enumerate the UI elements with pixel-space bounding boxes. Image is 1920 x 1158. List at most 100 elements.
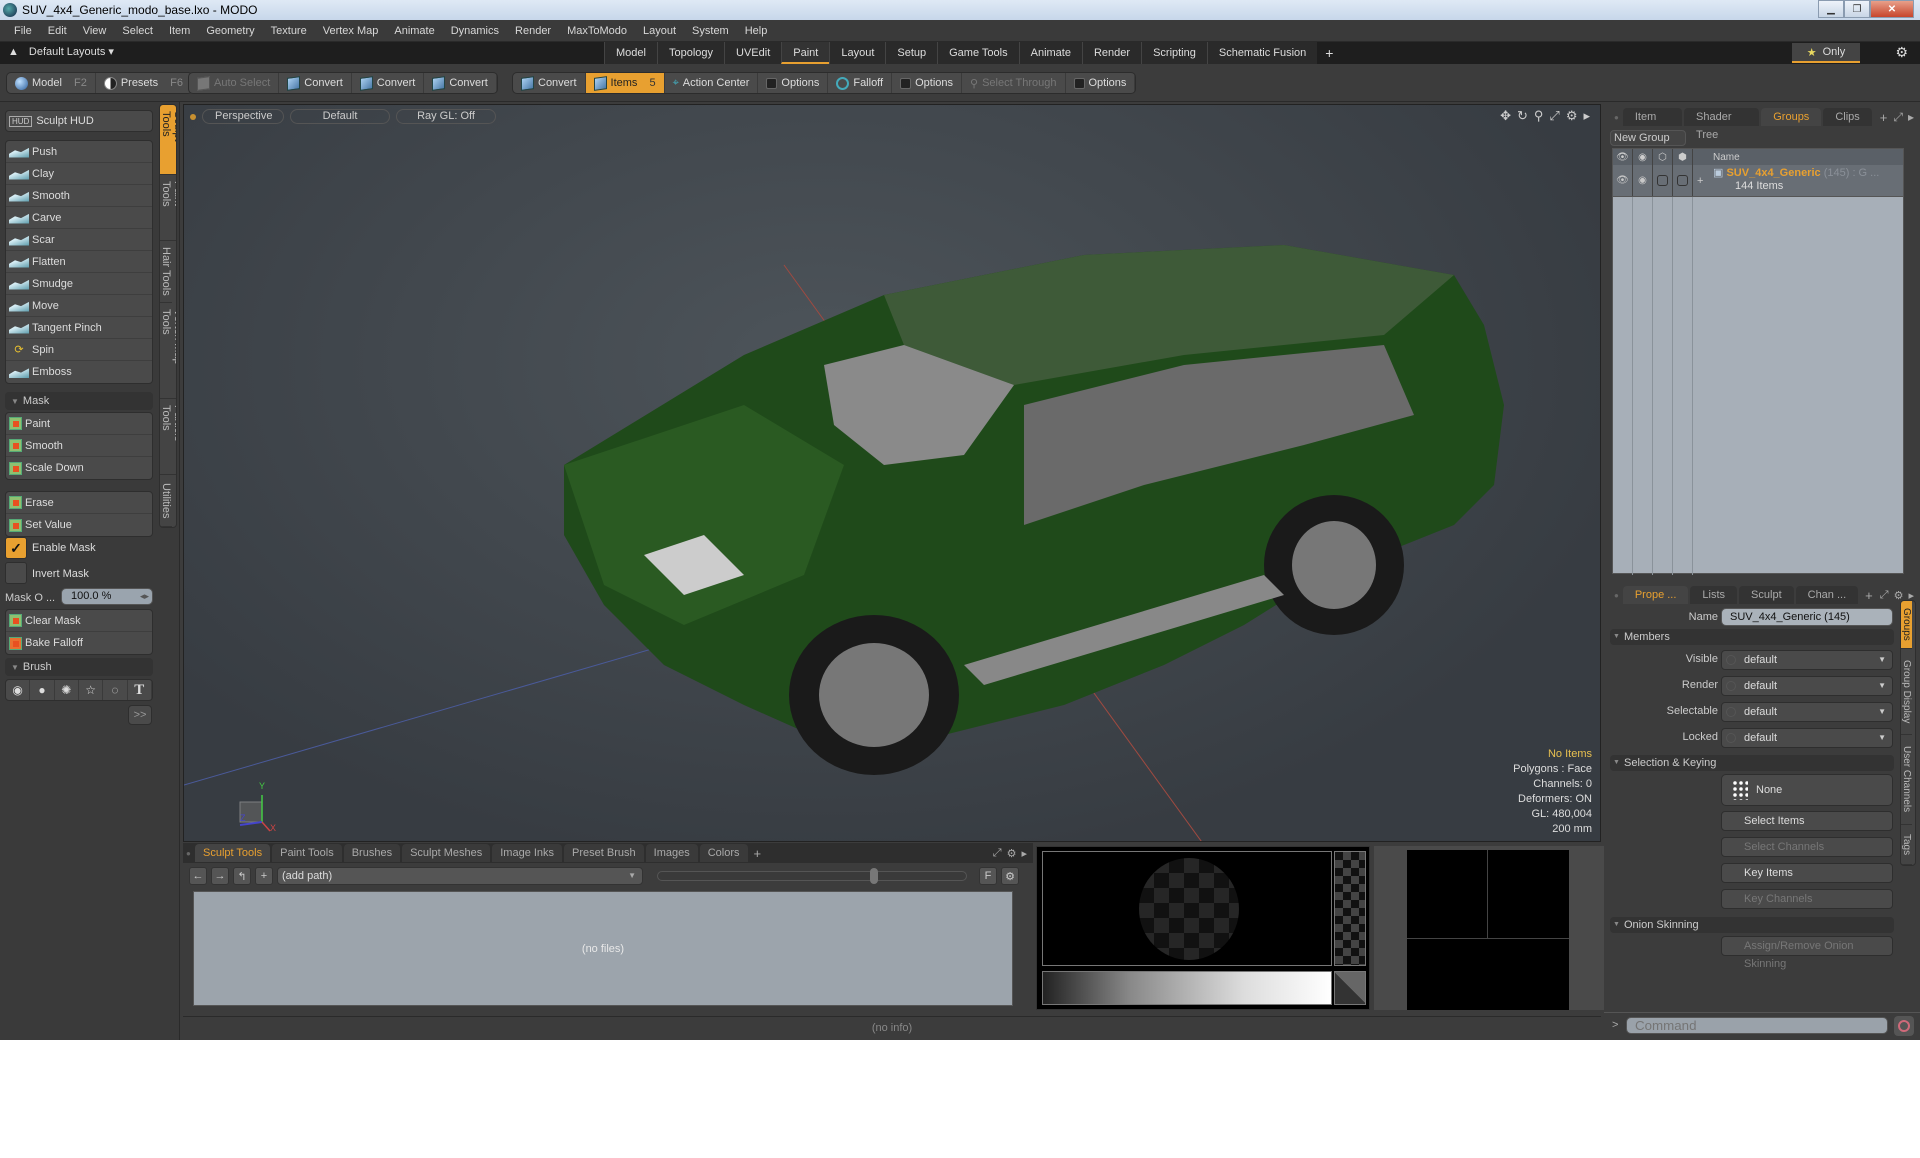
menu-dynamics[interactable]: Dynamics [443, 25, 507, 37]
tab-groups[interactable]: Groups [1761, 108, 1822, 126]
items-button[interactable]: Items 5 [585, 73, 665, 93]
layout-tab-schematic-fusion[interactable]: Schematic Fusion [1206, 42, 1318, 64]
tab-lists[interactable]: Lists [1690, 586, 1738, 604]
slider-knob[interactable] [870, 868, 878, 884]
tab-sculpt-tools[interactable]: Sculpt Tools [195, 844, 271, 862]
select-channels-button[interactable]: Select Channels [1721, 837, 1893, 857]
tab-sculpt[interactable]: Sculpt [1739, 586, 1794, 604]
menu-vertex-map[interactable]: Vertex Map [315, 25, 387, 37]
new-group-button[interactable]: New Group [1610, 130, 1686, 146]
layout-tab-model[interactable]: Model [604, 42, 657, 64]
vtab-tags[interactable]: Tags [1901, 825, 1912, 865]
menu-select[interactable]: Select [114, 25, 161, 37]
render-dropdown[interactable]: default ▼ [1721, 676, 1893, 696]
name-column-header[interactable]: Name [1693, 149, 1903, 165]
layout-tab-uvedit[interactable]: UVEdit [724, 42, 782, 64]
action-center-button[interactable]: ⌖ Action Center [665, 73, 759, 93]
menu-edit[interactable]: Edit [40, 25, 75, 37]
soft-brush-icon[interactable]: ◉ [6, 680, 31, 700]
command-input[interactable] [1626, 1017, 1888, 1034]
layout-tab-scripting[interactable]: Scripting [1141, 42, 1207, 64]
tool-clay[interactable]: Clay [6, 163, 152, 185]
panel-menu-dot-icon[interactable]: ● [1610, 591, 1623, 600]
locked-dropdown[interactable]: default ▼ [1721, 728, 1893, 748]
only-toggle-button[interactable]: ★ Only [1792, 43, 1860, 63]
mask-opacity-field[interactable]: 100.0 % ◂▸ [61, 588, 153, 605]
menu-geometry[interactable]: Geometry [198, 25, 262, 37]
add-tab-button[interactable]: + [1874, 110, 1894, 125]
panel-more-icon[interactable]: ▸ [1021, 847, 1027, 860]
mask-tool-erase[interactable]: Erase [6, 492, 152, 514]
menu-texture[interactable]: Texture [263, 25, 315, 37]
panel-menu-dot-icon[interactable]: ● [183, 849, 193, 858]
name-field[interactable]: SUV_4x4_Generic (145) [1721, 608, 1893, 626]
tab-shader-tree[interactable]: Shader Tree [1684, 108, 1760, 141]
vtab-groups[interactable]: Groups [1901, 601, 1912, 649]
minimize-button[interactable]: ▁ [1818, 0, 1844, 18]
convert-edges-button[interactable]: Convert [352, 73, 425, 93]
model-button[interactable]: Model F2 [7, 73, 96, 93]
gear-icon[interactable]: ⚙ [1895, 44, 1908, 61]
raygl-toggle[interactable]: Ray GL: Off [396, 109, 496, 124]
presets-button[interactable]: Presets F6 [96, 73, 192, 93]
view-type-dropdown[interactable]: Perspective [202, 109, 284, 124]
group-row[interactable]: 👁 ◉ + ▣ SUV_4x4_Generic (145) : G ... 14… [1613, 165, 1903, 197]
tab-clips[interactable]: Clips [1823, 108, 1872, 126]
path-dropdown[interactable]: (add path) [277, 867, 643, 885]
parent-dir-icon[interactable]: ↰ [233, 867, 251, 885]
3d-viewport[interactable]: Perspective Default Ray GL: Off ✥ ↻ ⚲ ⤢ … [183, 104, 1601, 842]
select-through-options-button[interactable]: Options [1066, 73, 1136, 93]
tab-item-list[interactable]: Item List [1622, 108, 1683, 141]
zoom-icon[interactable]: ⚲ [1534, 108, 1544, 124]
row-render-icon[interactable]: ◉ [1633, 165, 1653, 196]
tool-tangent-pinch[interactable]: Tangent Pinch [6, 317, 152, 339]
vtab-particle-tools[interactable]: Particle Tools [160, 399, 176, 475]
menu-view[interactable]: View [75, 25, 115, 37]
vtab-paint-tools[interactable]: Paint Tools [160, 175, 176, 241]
menu-render[interactable]: Render [507, 25, 559, 37]
tab-image-inks[interactable]: Image Inks [492, 844, 563, 862]
layout-tab-render[interactable]: Render [1081, 42, 1142, 64]
vtab-vertex-map-tools[interactable]: Vertex Map Tools [160, 303, 176, 399]
mask-tool-scale-down[interactable]: Scale Down [6, 457, 152, 479]
selection-keying-section-header[interactable]: Selection & Keying [1610, 755, 1894, 771]
file-browser-area[interactable]: (no files) [193, 891, 1013, 1006]
thumbnail-size-slider[interactable] [657, 868, 967, 884]
tab-channels[interactable]: Chan ... [1795, 586, 1859, 604]
selection-mode-dropdown[interactable]: None [1721, 774, 1893, 806]
close-button[interactable]: ✕ [1870, 0, 1914, 18]
browser-gear-icon[interactable]: ⚙ [1001, 867, 1019, 885]
maximize-icon[interactable]: ⤢ [1880, 589, 1889, 602]
hard-brush-icon[interactable]: ● [30, 680, 55, 700]
layout-tab-setup[interactable]: Setup [885, 42, 938, 64]
vtab-sculpt-tools[interactable]: Sculpt Tools [160, 105, 176, 175]
visible-dropdown[interactable]: default ▼ [1721, 650, 1893, 670]
menu-help[interactable]: Help [737, 25, 776, 37]
restore-button[interactable]: ❐ [1844, 0, 1870, 18]
vtab-utilities[interactable]: Utilities [160, 475, 172, 527]
record-macro-button[interactable] [1894, 1016, 1914, 1036]
tool-emboss[interactable]: Emboss [6, 361, 152, 383]
maximize-icon[interactable]: ⤢ [1893, 110, 1903, 125]
tool-spin[interactable]: ⟳ Spin [6, 339, 152, 361]
tab-preset-brush[interactable]: Preset Brush [564, 844, 644, 862]
menu-maxtomodo[interactable]: MaxToModo [559, 25, 635, 37]
falloff-options-button[interactable]: Options [892, 73, 963, 93]
layout-tab-game-tools[interactable]: Game Tools [937, 42, 1019, 64]
filter-button[interactable]: F [979, 867, 997, 885]
maximize-icon[interactable]: ⤢ [1549, 108, 1559, 124]
slider-arrows-icon[interactable]: ◂▸ [140, 589, 149, 604]
default-layouts-dropdown[interactable]: Default Layouts ▾ [29, 45, 114, 58]
tool-smudge[interactable]: Smudge [6, 273, 152, 295]
lock-column-icon[interactable]: ⬢ [1673, 149, 1693, 165]
menu-item[interactable]: Item [161, 25, 198, 37]
tab-properties[interactable]: Prope ... [1622, 586, 1689, 604]
shading-dropdown[interactable]: Default [290, 109, 390, 124]
forward-arrow-icon[interactable]: → [211, 867, 229, 885]
convert-polygons-button[interactable]: Convert [424, 73, 497, 93]
tool-flatten[interactable]: Flatten [6, 251, 152, 273]
tab-sculpt-meshes[interactable]: Sculpt Meshes [402, 844, 491, 862]
tool-scar[interactable]: Scar [6, 229, 152, 251]
menu-file[interactable]: File [6, 25, 40, 37]
clear-mask-button[interactable]: Clear Mask [6, 610, 152, 632]
